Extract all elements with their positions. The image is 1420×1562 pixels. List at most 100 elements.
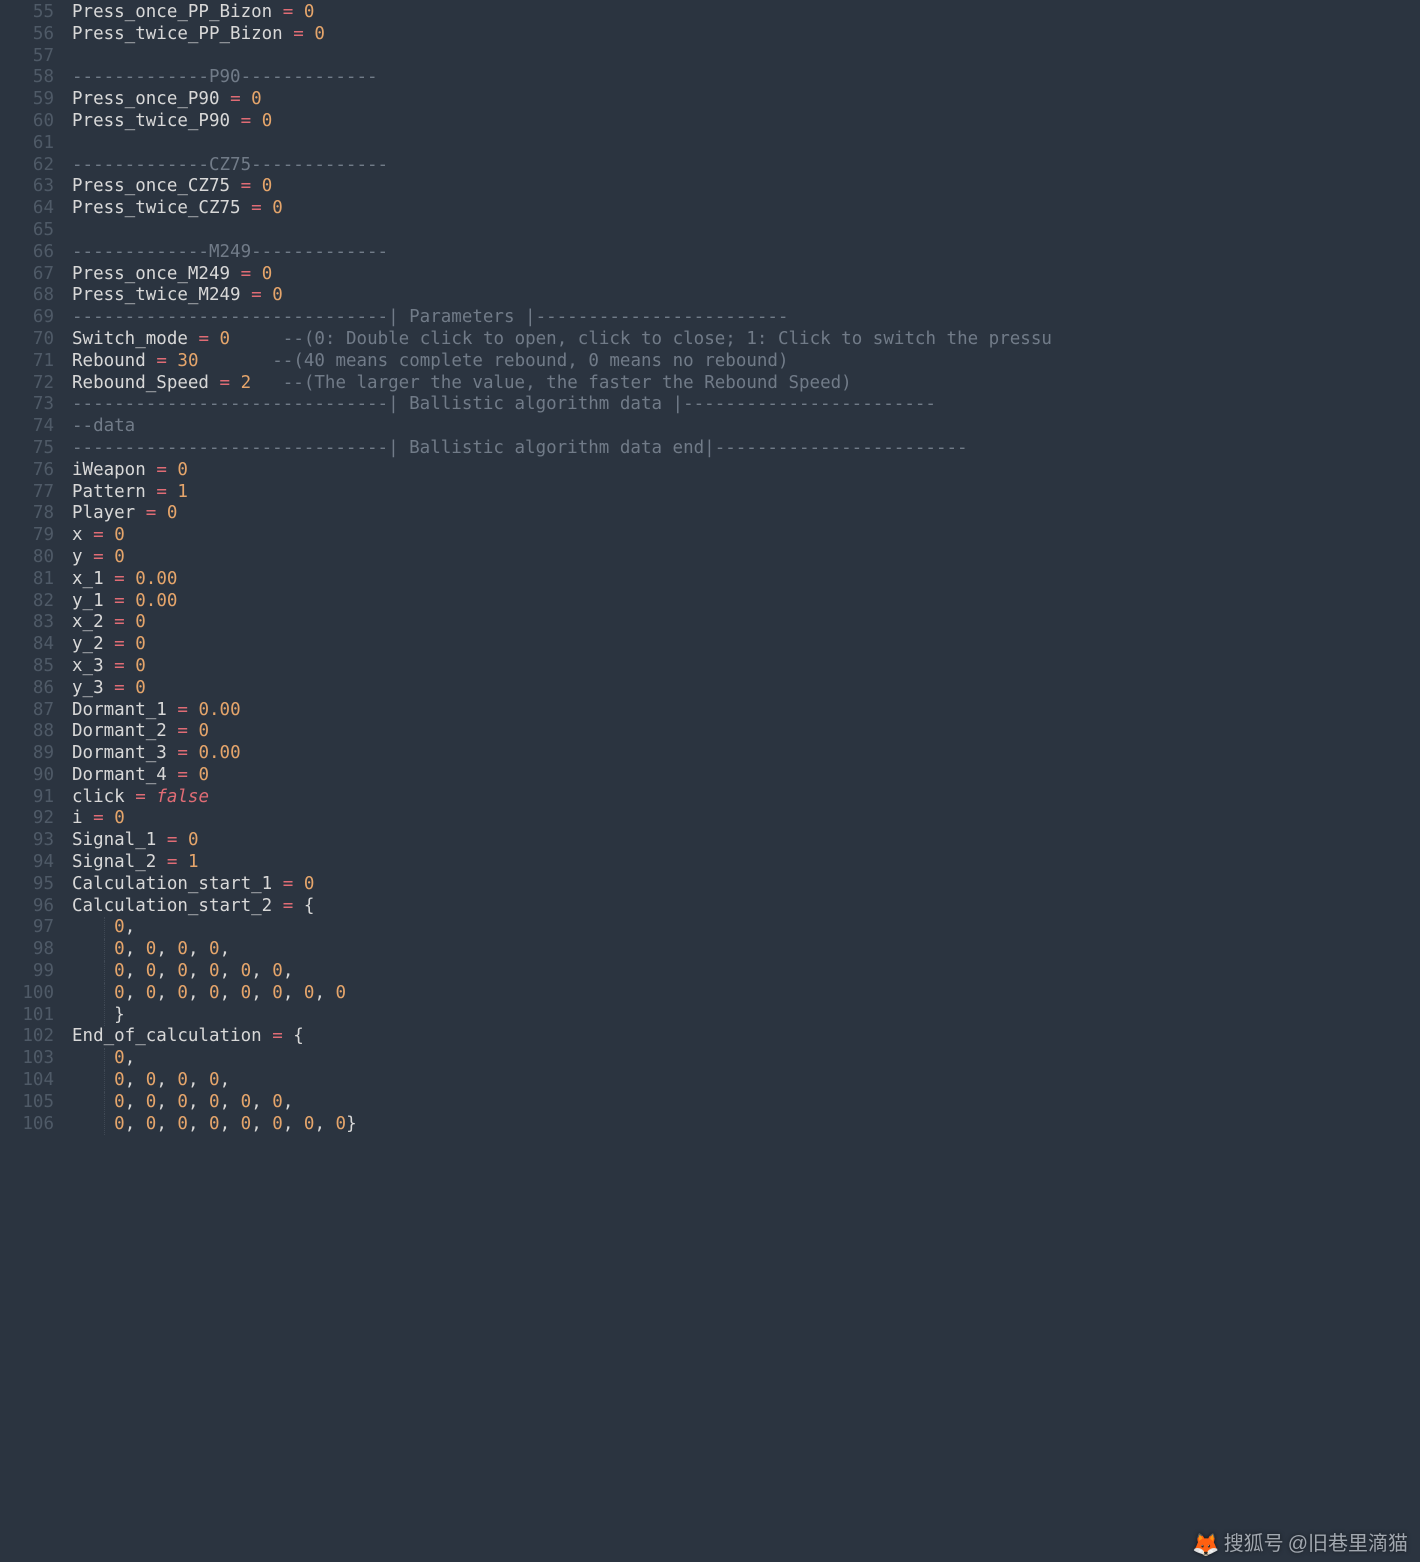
code-line: iWeapon = 0 [72,460,1420,482]
code-line: Calculation_start_1 = 0 [72,874,1420,896]
code-line: Press_once_M249 = 0 [72,264,1420,286]
code-line: ------------------------------| Ballisti… [72,438,1420,460]
line-number: 74 [0,416,54,438]
code-line: y_2 = 0 [72,634,1420,656]
code-line: Rebound = 30 --(40 means complete reboun… [72,351,1420,373]
line-number: 86 [0,678,54,700]
line-number: 75 [0,438,54,460]
code-line: -------------P90------------- [72,67,1420,89]
code-line: Press_twice_PP_Bizon = 0 [72,24,1420,46]
line-number: 69 [0,307,54,329]
code-line: i = 0 [72,808,1420,830]
line-number: 57 [0,46,54,68]
code-line: End_of_calculation = { [72,1026,1420,1048]
code-line: Press_twice_CZ75 = 0 [72,198,1420,220]
line-number: 87 [0,700,54,722]
line-number: 88 [0,721,54,743]
line-number: 100 [0,983,54,1005]
line-number: 106 [0,1114,54,1136]
line-number: 102 [0,1026,54,1048]
line-number: 101 [0,1005,54,1027]
code-line: x_1 = 0.00 [72,569,1420,591]
code-line: Signal_2 = 1 [72,852,1420,874]
line-number: 58 [0,67,54,89]
line-number: 97 [0,917,54,939]
line-number: 91 [0,787,54,809]
code-line: Dormant_2 = 0 [72,721,1420,743]
line-number: 76 [0,460,54,482]
code-line [72,133,1420,155]
code-line: x_2 = 0 [72,612,1420,634]
code-line: Pattern = 1 [72,482,1420,504]
code-line: Press_twice_P90 = 0 [72,111,1420,133]
code-line: Player = 0 [72,503,1420,525]
line-number: 78 [0,503,54,525]
code-line: Press_once_PP_Bizon = 0 [72,2,1420,24]
line-number: 80 [0,547,54,569]
code-line: 0, [72,1048,1420,1070]
code-line: -------------CZ75------------- [72,155,1420,177]
watermark-prefix: 搜狐号 [1224,1534,1284,1556]
line-number: 77 [0,482,54,504]
line-number: 89 [0,743,54,765]
line-number: 95 [0,874,54,896]
code-line: --data [72,416,1420,438]
code-line: Calculation_start_2 = { [72,896,1420,918]
code-line: y_1 = 0.00 [72,591,1420,613]
code-line: ------------------------------| Ballisti… [72,394,1420,416]
code-line: click = false [72,787,1420,809]
line-number: 67 [0,264,54,286]
code-line: Dormant_1 = 0.00 [72,700,1420,722]
line-number: 93 [0,830,54,852]
line-number: 83 [0,612,54,634]
code-line: Press_once_P90 = 0 [72,89,1420,111]
code-line: x_3 = 0 [72,656,1420,678]
line-number: 66 [0,242,54,264]
line-number: 104 [0,1070,54,1092]
code-line: 0, 0, 0, 0, 0, 0, 0, 0} [72,1114,1420,1136]
line-number: 72 [0,373,54,395]
line-number: 98 [0,939,54,961]
code-line: x = 0 [72,525,1420,547]
line-number: 56 [0,24,54,46]
line-number: 59 [0,89,54,111]
line-number: 64 [0,198,54,220]
code-line: Press_twice_M249 = 0 [72,285,1420,307]
code-line [72,46,1420,68]
line-number: 82 [0,591,54,613]
line-number: 61 [0,133,54,155]
line-number: 92 [0,808,54,830]
watermark: 🦊 搜狐号@旧巷里滴猫 [1192,1534,1408,1556]
line-number: 73 [0,394,54,416]
line-number: 71 [0,351,54,373]
code-line: Press_once_CZ75 = 0 [72,176,1420,198]
sohu-logo-icon: 🦊 [1192,1534,1219,1556]
code-editor[interactable]: 5556575859606162636465666768697071727374… [0,0,1420,1562]
code-line: y_3 = 0 [72,678,1420,700]
line-number: 96 [0,896,54,918]
code-line: y = 0 [72,547,1420,569]
code-line: 0, 0, 0, 0, 0, 0, [72,961,1420,983]
watermark-author: @旧巷里滴猫 [1288,1534,1408,1556]
line-number: 63 [0,176,54,198]
code-line: 0, [72,917,1420,939]
line-number: 84 [0,634,54,656]
line-number: 85 [0,656,54,678]
line-number: 103 [0,1048,54,1070]
line-number-gutter: 5556575859606162636465666768697071727374… [0,0,72,1562]
code-line: ------------------------------| Paramete… [72,307,1420,329]
code-line: 0, 0, 0, 0, 0, 0, 0, 0 [72,983,1420,1005]
code-line: Rebound_Speed = 2 --(The larger the valu… [72,373,1420,395]
line-number: 65 [0,220,54,242]
code-line: Signal_1 = 0 [72,830,1420,852]
code-line: 0, 0, 0, 0, [72,939,1420,961]
code-line: Dormant_4 = 0 [72,765,1420,787]
line-number: 105 [0,1092,54,1114]
code-area[interactable]: Press_once_PP_Bizon = 0Press_twice_PP_Bi… [72,0,1420,1562]
code-line: Dormant_3 = 0.00 [72,743,1420,765]
line-number: 90 [0,765,54,787]
line-number: 70 [0,329,54,351]
line-number: 55 [0,2,54,24]
line-number: 94 [0,852,54,874]
line-number: 81 [0,569,54,591]
